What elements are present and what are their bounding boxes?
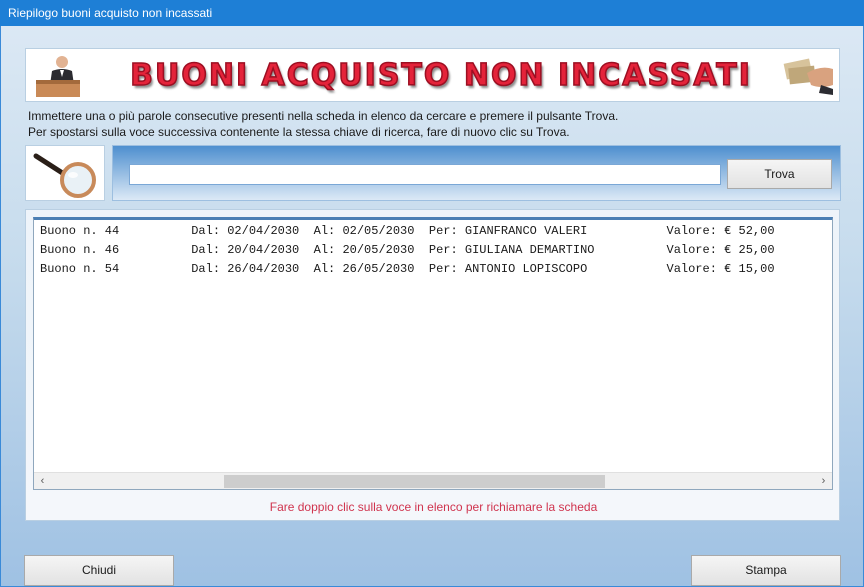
magnifier-image-box bbox=[25, 145, 105, 201]
banner-title: BUONI ACQUISTO NON INCASSATI bbox=[129, 57, 752, 94]
scrollbar-thumb[interactable] bbox=[224, 475, 605, 488]
scroll-right-arrow-icon[interactable]: › bbox=[815, 473, 832, 489]
man-at-podium-icon bbox=[32, 53, 86, 99]
search-panel: Trova bbox=[112, 145, 841, 201]
instructions-text: Immettere una o più parole consecutive p… bbox=[28, 108, 828, 140]
list-item[interactable]: Buono n. 46 Dal: 20/04/2030 Al: 20/05/20… bbox=[40, 241, 775, 260]
hand-with-banknotes-icon bbox=[781, 55, 835, 97]
close-button[interactable]: Chiudi bbox=[24, 555, 174, 586]
list-item[interactable]: Buono n. 54 Dal: 26/04/2030 Al: 26/05/20… bbox=[40, 260, 775, 279]
scroll-left-arrow-icon[interactable]: ‹ bbox=[34, 473, 51, 489]
instructions-line-1: Immettere una o più parole consecutive p… bbox=[28, 109, 619, 123]
double-click-hint: Fare doppio clic sulla voce in elenco pe… bbox=[269, 500, 598, 514]
results-list[interactable]: Buono n. 44 Dal: 02/04/2030 Al: 02/05/20… bbox=[33, 217, 833, 490]
header-banner: BUONI ACQUISTO NON INCASSATI bbox=[25, 48, 840, 102]
results-panel: Buono n. 44 Dal: 02/04/2030 Al: 02/05/20… bbox=[25, 209, 840, 521]
print-button[interactable]: Stampa bbox=[691, 555, 841, 586]
magnifier-icon bbox=[33, 153, 96, 198]
search-input[interactable] bbox=[129, 164, 721, 185]
find-button[interactable]: Trova bbox=[727, 159, 832, 189]
horizontal-scrollbar[interactable]: ‹ › bbox=[34, 472, 832, 489]
list-item[interactable]: Buono n. 44 Dal: 02/04/2030 Al: 02/05/20… bbox=[40, 222, 775, 241]
instructions-line-2: Per spostarsi sulla voce successiva cont… bbox=[28, 125, 570, 139]
window-client-area: BUONI ACQUISTO NON INCASSATI Immettere u… bbox=[0, 26, 864, 587]
window-title: Riepilogo buoni acquisto non incassati bbox=[0, 0, 864, 26]
